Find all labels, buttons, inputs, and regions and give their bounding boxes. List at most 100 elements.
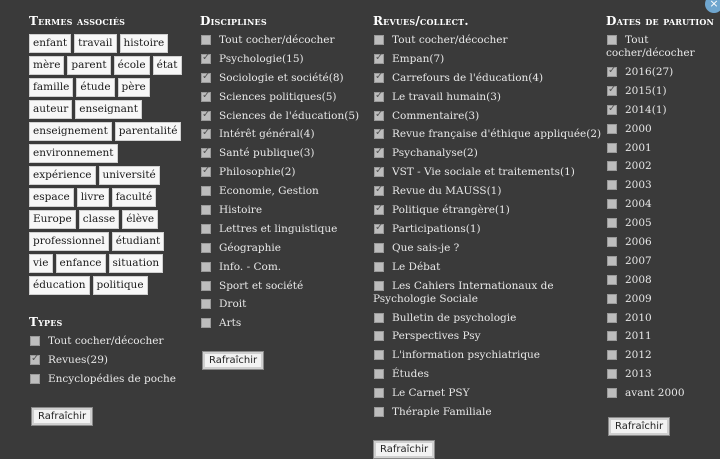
tag-item[interactable]: famille xyxy=(29,78,74,97)
tag-item[interactable]: école xyxy=(113,56,150,75)
tag-item[interactable]: expérience xyxy=(29,166,96,185)
revues-option[interactable]: Perspectives Psy xyxy=(373,330,598,349)
dates-option[interactable]: 2014(1) xyxy=(606,102,716,123)
dates-option[interactable]: 2001 xyxy=(606,142,716,161)
dates-option[interactable]: 2011 xyxy=(606,330,716,349)
revues-option[interactable]: Le Carnet PSY xyxy=(373,387,598,406)
dates-option[interactable]: 2009 xyxy=(606,293,716,312)
checkbox[interactable] xyxy=(374,369,384,380)
types-option[interactable]: Encyclopédies de poche xyxy=(29,373,194,392)
checkbox-checked[interactable] xyxy=(201,126,211,140)
disciplines-option[interactable]: Sociologie et société(8) xyxy=(200,70,370,91)
checkbox-checked[interactable] xyxy=(374,51,384,64)
revues-option[interactable]: Le Débat xyxy=(373,261,598,280)
dates-option[interactable]: 2000 xyxy=(606,123,716,142)
checkbox[interactable] xyxy=(201,261,211,272)
tag-item[interactable]: enfance xyxy=(55,254,106,273)
checkbox[interactable] xyxy=(201,299,211,310)
tag-item[interactable]: élève xyxy=(122,210,159,229)
disciplines-refresh-button[interactable]: Rafraîchir xyxy=(202,351,265,371)
revues-refresh-button[interactable]: Rafraîchir xyxy=(373,439,436,459)
checkbox-checked[interactable] xyxy=(374,164,384,178)
checkbox-checked[interactable] xyxy=(201,51,211,64)
dates-option[interactable]: 2007 xyxy=(606,255,716,274)
checkbox-checked[interactable] xyxy=(607,83,617,96)
tag-item[interactable]: professionnel xyxy=(29,232,109,251)
dates-option[interactable]: 2008 xyxy=(606,274,716,293)
checkbox[interactable] xyxy=(30,336,40,346)
disciplines-option[interactable]: Géographie xyxy=(200,242,370,261)
checkbox-checked[interactable] xyxy=(201,70,211,83)
disciplines-option[interactable]: Droit xyxy=(200,298,370,317)
tag-item[interactable]: travail xyxy=(74,34,117,53)
checkbox-checked[interactable] xyxy=(201,108,211,121)
disciplines-option[interactable]: Sport et société xyxy=(200,280,370,299)
revues-option[interactable]: Commentaire(3) xyxy=(373,108,598,129)
disciplines-option[interactable]: Sciences de l'éducation(5) xyxy=(200,108,370,129)
disciplines-option[interactable]: Lettres et linguistique xyxy=(200,223,370,242)
disciplines-option[interactable]: Psychologie(15) xyxy=(200,51,370,72)
tag-item[interactable]: université xyxy=(98,166,160,185)
tag-item[interactable]: enseignement xyxy=(29,122,112,141)
dates-option[interactable]: 2005 xyxy=(606,217,716,236)
dates-option[interactable]: 2012 xyxy=(606,349,716,368)
checkbox-checked[interactable] xyxy=(607,102,617,115)
dates-option[interactable]: Tout cocher/décocher xyxy=(606,34,716,60)
dates-option[interactable]: 2010 xyxy=(606,312,716,331)
disciplines-option[interactable]: Economie, Gestion xyxy=(200,185,370,204)
checkbox[interactable] xyxy=(374,261,384,272)
checkbox[interactable] xyxy=(201,242,211,253)
revues-option[interactable]: Participations(1) xyxy=(373,221,598,242)
revues-option[interactable]: Bulletin de psychologie xyxy=(373,312,598,331)
dates-option[interactable]: 2004 xyxy=(606,198,716,217)
checkbox[interactable] xyxy=(607,199,617,210)
checkbox-checked[interactable] xyxy=(374,183,384,197)
revues-option[interactable]: Politique étrangère(1) xyxy=(373,202,598,223)
checkbox-checked[interactable] xyxy=(374,89,384,102)
revues-option[interactable]: L'information psychiatrique xyxy=(373,349,598,368)
disciplines-option[interactable]: Info. - Com. xyxy=(200,261,370,280)
revues-option[interactable]: Revue du MAUSS(1) xyxy=(373,183,598,204)
checkbox[interactable] xyxy=(374,407,384,418)
tag-item[interactable]: parentalité xyxy=(114,122,182,141)
checkbox[interactable] xyxy=(201,186,211,197)
checkbox-checked[interactable] xyxy=(201,89,211,102)
checkbox[interactable] xyxy=(607,35,617,45)
checkbox[interactable] xyxy=(607,312,617,323)
tag-item[interactable]: classe xyxy=(78,210,120,229)
tag-item[interactable]: faculté xyxy=(111,188,157,207)
revues-option[interactable]: Études xyxy=(373,368,598,387)
checkbox[interactable] xyxy=(374,350,384,361)
checkbox[interactable] xyxy=(607,331,617,342)
checkbox-checked[interactable] xyxy=(374,70,384,83)
dates-option[interactable]: avant 2000 xyxy=(606,387,716,406)
checkbox[interactable] xyxy=(374,388,384,399)
revues-option[interactable]: Le travail humain(3) xyxy=(373,89,598,110)
revues-option[interactable]: Empan(7) xyxy=(373,51,598,72)
checkbox[interactable] xyxy=(607,255,617,266)
types-refresh-button[interactable]: Rafraîchir xyxy=(31,406,94,426)
disciplines-option[interactable]: Santé publique(3) xyxy=(200,145,370,166)
checkbox-checked[interactable] xyxy=(201,145,211,159)
revues-option[interactable]: Les Cahiers Internationaux de Psychologi… xyxy=(373,280,598,306)
dates-option[interactable]: 2003 xyxy=(606,179,716,198)
revues-option[interactable]: Revue française d'éthique appliquée(2) xyxy=(373,126,601,147)
checkbox[interactable] xyxy=(374,35,384,45)
checkbox[interactable] xyxy=(607,237,617,248)
checkbox[interactable] xyxy=(607,369,617,380)
tag-item[interactable]: situation xyxy=(108,254,164,273)
revues-option[interactable]: Thérapie Familiale xyxy=(373,406,598,425)
dates-option[interactable]: 2006 xyxy=(606,236,716,255)
checkbox[interactable] xyxy=(374,280,384,291)
tag-item[interactable]: vie xyxy=(29,254,53,273)
tag-item[interactable]: enseignant xyxy=(75,100,142,119)
dates-option[interactable]: 2013 xyxy=(606,368,716,387)
tag-item[interactable]: parent xyxy=(67,56,111,75)
tag-item[interactable]: auteur xyxy=(29,100,73,119)
revues-option[interactable]: Psychanalyse(2) xyxy=(373,145,598,166)
disciplines-option[interactable]: Intérêt général(4) xyxy=(200,126,370,147)
revues-option[interactable]: Que sais-je ? xyxy=(373,242,598,261)
checkbox-checked[interactable] xyxy=(607,64,617,77)
checkbox[interactable] xyxy=(607,123,617,134)
revues-option[interactable]: Tout cocher/décocher xyxy=(373,34,598,53)
